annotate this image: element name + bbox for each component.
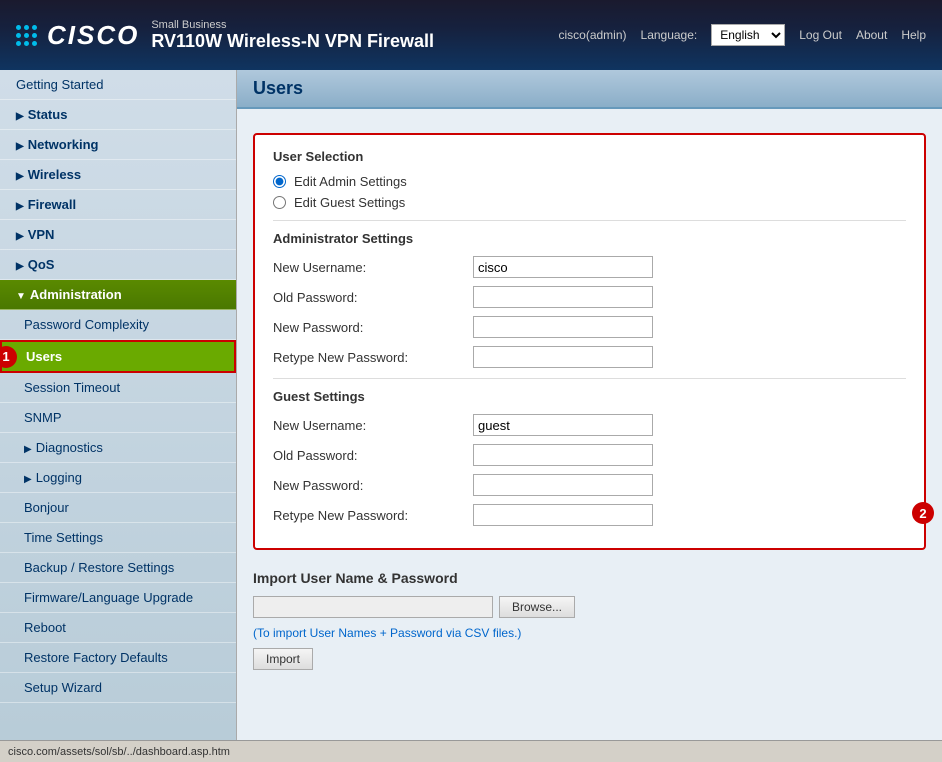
sidebar-item-snmp[interactable]: SNMP [0, 403, 236, 433]
sidebar-item-firmware-upgrade[interactable]: Firmware/Language Upgrade [0, 583, 236, 613]
import-file-row: Browse... [253, 596, 926, 618]
sidebar-item-diagnostics[interactable]: ▶Diagnostics [0, 433, 236, 463]
guest-old-password-label: Old Password: [273, 448, 473, 463]
sidebar-item-administration[interactable]: ▼Administration [0, 280, 236, 310]
layout: Getting Started ▶Status ▶Networking ▶Wir… [0, 70, 942, 740]
admin-new-password-row: New Password: [273, 316, 906, 338]
sidebar-item-getting-started[interactable]: Getting Started [0, 70, 236, 100]
sidebar-item-users[interactable]: Users 1 [0, 340, 236, 373]
status-bar: cisco.com/assets/sol/sb/../dashboard.asp… [0, 740, 942, 762]
admin-old-password-row: Old Password: [273, 286, 906, 308]
form-container: User Selection Edit Admin Settings Edit … [253, 133, 926, 550]
edit-admin-label: Edit Admin Settings [294, 174, 407, 189]
admin-username-label: New Username: [273, 260, 473, 275]
language-select[interactable]: English Spanish French [711, 24, 785, 46]
status-url: cisco.com/assets/sol/sb/../dashboard.asp… [8, 746, 230, 758]
guest-new-password-label: New Password: [273, 478, 473, 493]
sidebar-item-password-complexity[interactable]: Password Complexity [0, 310, 236, 340]
guest-old-password-input[interactable] [473, 444, 653, 466]
sidebar-item-wireless[interactable]: ▶Wireless [0, 160, 236, 190]
sidebar-item-setup-wizard[interactable]: Setup Wizard [0, 673, 236, 703]
cisco-logo-dots [16, 25, 37, 46]
guest-username-row: New Username: [273, 414, 906, 436]
guest-retype-password-row: Retype New Password: [273, 504, 906, 526]
edit-admin-radio[interactable] [273, 175, 286, 188]
admin-retype-password-label: Retype New Password: [273, 350, 473, 365]
sidebar-item-time-settings[interactable]: Time Settings [0, 523, 236, 553]
brand-text: Small Business RV110W Wireless-N VPN Fir… [151, 19, 434, 52]
sidebar-item-reboot[interactable]: Reboot [0, 613, 236, 643]
sidebar-item-status[interactable]: ▶Status [0, 100, 236, 130]
logout-link[interactable]: Log Out [799, 28, 842, 42]
small-business-label: Small Business [151, 19, 434, 31]
edit-guest-label: Edit Guest Settings [294, 195, 405, 210]
product-name-label: RV110W Wireless-N VPN Firewall [151, 31, 434, 51]
guest-retype-password-label: Retype New Password: [273, 508, 473, 523]
guest-new-password-row: New Password: [273, 474, 906, 496]
guest-retype-password-input[interactable] [473, 504, 653, 526]
sidebar-item-restore-factory[interactable]: Restore Factory Defaults [0, 643, 236, 673]
guest-new-password-input[interactable] [473, 474, 653, 496]
browse-button[interactable]: Browse... [499, 596, 575, 618]
user-selection-title: User Selection [273, 149, 906, 164]
sidebar-item-bonjour[interactable]: Bonjour [0, 493, 236, 523]
separator-1 [273, 220, 906, 221]
sidebar-item-session-timeout[interactable]: Session Timeout [0, 373, 236, 403]
sidebar-item-vpn[interactable]: ▶VPN [0, 220, 236, 250]
admin-settings-title: Administrator Settings [273, 231, 906, 246]
admin-username-input[interactable] [473, 256, 653, 278]
admin-retype-password-input[interactable] [473, 346, 653, 368]
help-link[interactable]: Help [901, 28, 926, 42]
admin-username-row: New Username: [273, 256, 906, 278]
sidebar-item-logging[interactable]: ▶Logging [0, 463, 236, 493]
main-content: Users User Selection Edit Admin Settings… [237, 70, 942, 740]
sidebar-item-qos[interactable]: ▶QoS [0, 250, 236, 280]
import-title: Import User Name & Password [253, 570, 926, 586]
admin-retype-password-row: Retype New Password: [273, 346, 906, 368]
page-title: Users [253, 78, 303, 98]
header: CISCO Small Business RV110W Wireless-N V… [0, 0, 942, 70]
separator-2 [273, 378, 906, 379]
header-right: cisco(admin) Language: English Spanish F… [559, 24, 927, 46]
sidebar-item-backup-restore[interactable]: Backup / Restore Settings [0, 553, 236, 583]
edit-guest-radio[interactable] [273, 196, 286, 209]
guest-username-input[interactable] [473, 414, 653, 436]
guest-settings-title: Guest Settings [273, 389, 906, 404]
guest-old-password-row: Old Password: [273, 444, 906, 466]
sidebar: Getting Started ▶Status ▶Networking ▶Wir… [0, 70, 237, 740]
import-file-path-input[interactable] [253, 596, 493, 618]
content-area: User Selection Edit Admin Settings Edit … [237, 109, 942, 740]
edit-admin-row: Edit Admin Settings [273, 174, 906, 189]
admin-new-password-input[interactable] [473, 316, 653, 338]
admin-old-password-input[interactable] [473, 286, 653, 308]
page-title-bar: Users [237, 70, 942, 109]
guest-username-label: New Username: [273, 418, 473, 433]
import-section: Import User Name & Password Browse... (T… [253, 562, 926, 670]
sidebar-item-firewall[interactable]: ▶Firewall [0, 190, 236, 220]
edit-guest-row: Edit Guest Settings [273, 195, 906, 210]
admin-old-password-label: Old Password: [273, 290, 473, 305]
sidebar-item-networking[interactable]: ▶Networking [0, 130, 236, 160]
language-label: Language: [641, 28, 698, 42]
import-button[interactable]: Import [253, 648, 313, 670]
about-link[interactable]: About [856, 28, 887, 42]
cisco-wordmark: CISCO [47, 20, 139, 51]
admin-new-password-label: New Password: [273, 320, 473, 335]
csv-note: (To import User Names + Password via CSV… [253, 626, 926, 640]
logo-area: CISCO Small Business RV110W Wireless-N V… [16, 19, 434, 52]
user-info: cisco(admin) [559, 28, 627, 42]
